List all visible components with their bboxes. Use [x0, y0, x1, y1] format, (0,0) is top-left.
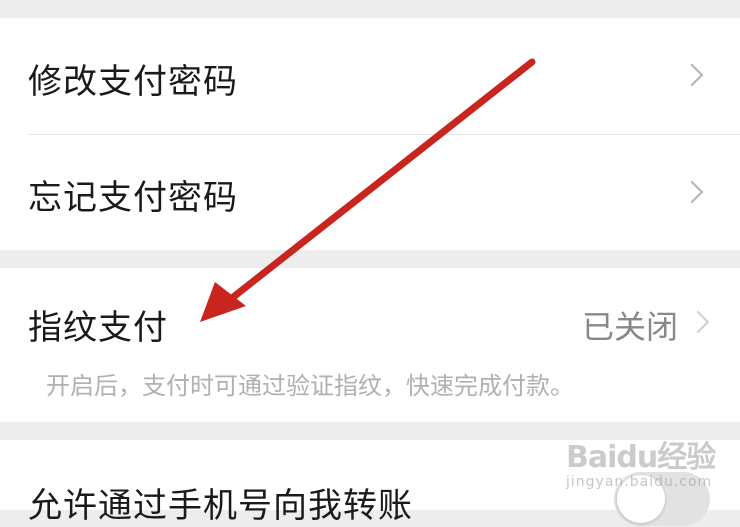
red-arrow-icon [200, 58, 536, 322]
